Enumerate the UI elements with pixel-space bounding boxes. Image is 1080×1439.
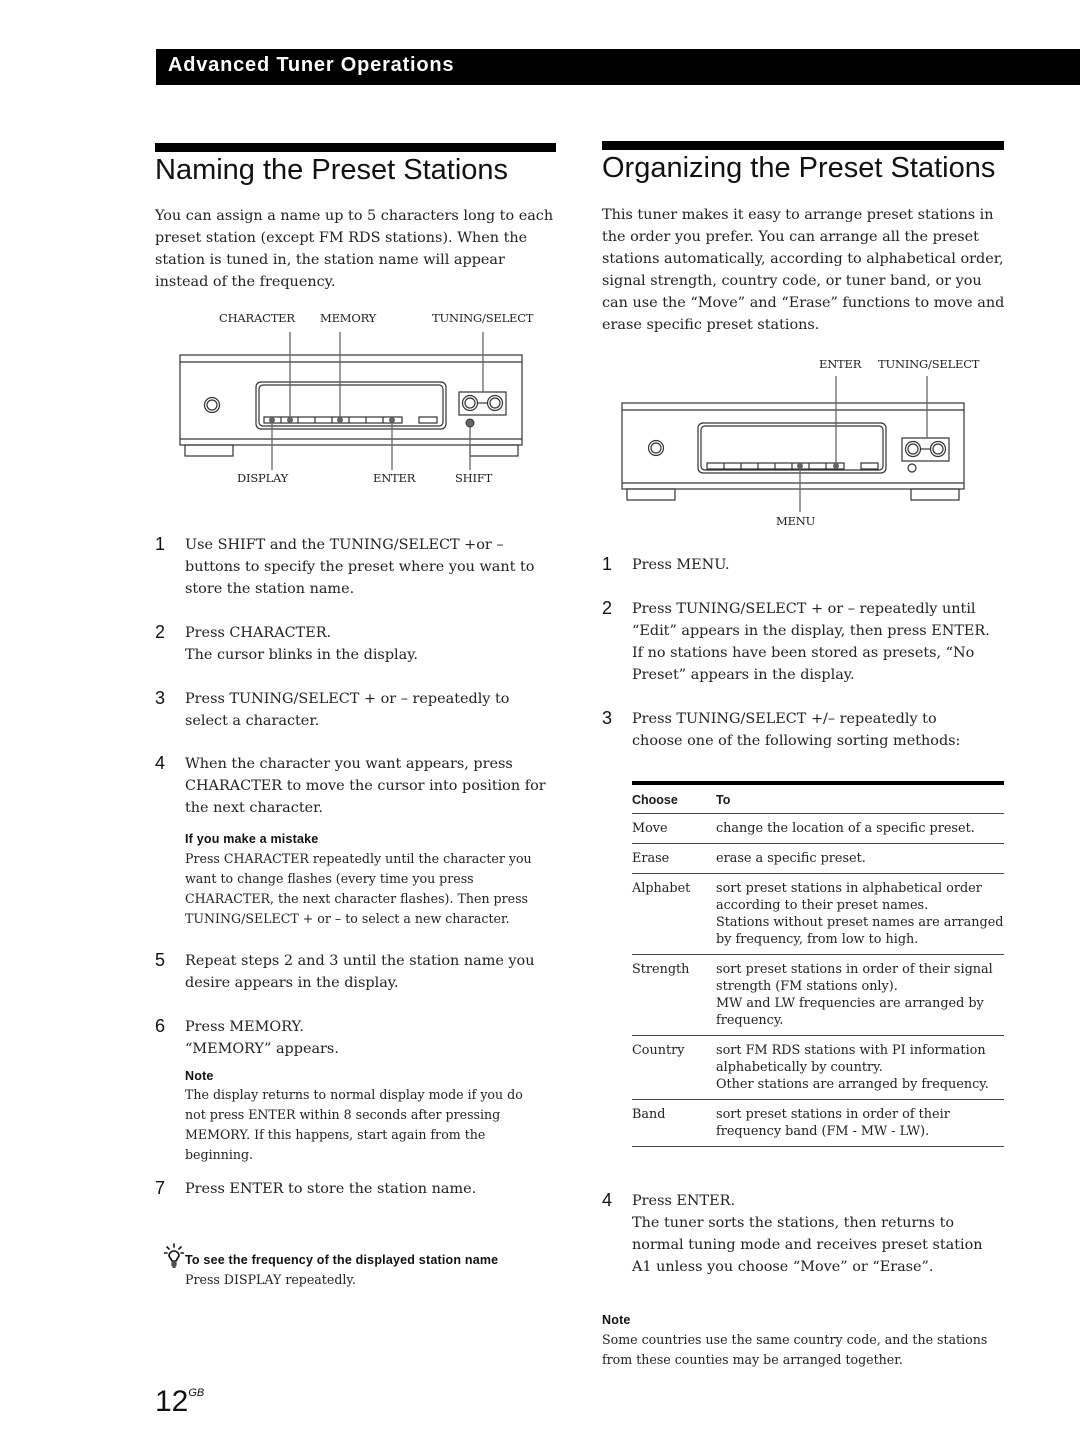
step-text: Press CHARACTER. The cursor blinks in th… bbox=[185, 625, 419, 663]
row-to-line: sort preset stations in order of their s… bbox=[716, 962, 993, 977]
row-to-line: by frequency, from low to high. bbox=[716, 932, 919, 947]
row-to-line: Other stations are arranged by frequency… bbox=[716, 1077, 989, 1092]
step-text: Press TUNING/SELECT + or – repeatedly to… bbox=[185, 691, 510, 729]
step-text: Press TUNING/SELECT +/– repeatedly to ch… bbox=[632, 711, 961, 749]
row-to-line: according to their preset names. bbox=[716, 898, 929, 913]
table-row: Band sort preset stations in order of th… bbox=[632, 1099, 1004, 1147]
row-to-line: sort preset stations in alphabetical ord… bbox=[716, 881, 982, 896]
step-text: Press ENTER. The tuner sorts the station… bbox=[632, 1193, 983, 1275]
left-intro-paragraph: You can assign a name up to 5 characters… bbox=[155, 208, 554, 290]
row-to: sort preset stations in alphabetical ord… bbox=[716, 873, 1004, 955]
header-choose: Choose bbox=[632, 781, 716, 814]
step-number: 6 bbox=[155, 1016, 166, 1036]
right-note-text: Some countries use the same country code… bbox=[602, 1332, 988, 1367]
mistake-text: Press CHARACTER repeatedly until the cha… bbox=[185, 851, 532, 926]
row-to-line: change the location of a specific preset… bbox=[716, 821, 975, 836]
row-choose: Erase bbox=[632, 843, 716, 874]
page-number-suffix: GB bbox=[188, 1387, 205, 1399]
step-number: 1 bbox=[602, 554, 613, 574]
step-text: Repeat steps 2 and 3 until the station n… bbox=[185, 953, 535, 991]
left-note-text: The display returns to normal display mo… bbox=[185, 1087, 523, 1162]
step-text: Press MENU. bbox=[632, 557, 730, 573]
row-to-line: MW and LW frequencies are arranged by bbox=[716, 996, 984, 1011]
row-to: change the location of a specific preset… bbox=[716, 813, 1004, 844]
row-to: sort preset stations in order of their s… bbox=[716, 954, 1004, 1036]
table-row: Strength sort preset stations in order o… bbox=[632, 954, 1004, 1036]
left-section-title: Naming the Preset Stations bbox=[155, 154, 509, 186]
right-intro-paragraph: This tuner makes it easy to arrange pres… bbox=[602, 207, 1005, 333]
row-choose: Country bbox=[632, 1035, 716, 1100]
row-to-line: frequency band (FM - MW - LW). bbox=[716, 1124, 930, 1139]
step-number: 4 bbox=[155, 753, 166, 773]
sorting-methods-table: Choose To Move change the location of a … bbox=[632, 781, 1004, 1147]
row-to-line: strength (FM stations only). bbox=[716, 979, 898, 994]
row-choose: Band bbox=[632, 1099, 716, 1147]
section-banner-title: Advanced Tuner Operations bbox=[168, 54, 455, 76]
step-text: Use SHIFT and the TUNING/SELECT +or – bu… bbox=[185, 537, 535, 597]
step-number: 2 bbox=[155, 622, 166, 642]
row-choose: Move bbox=[632, 813, 716, 844]
row-to: sort preset stations in order of their f… bbox=[716, 1099, 1004, 1147]
step-text: When the character you want appears, pre… bbox=[185, 756, 546, 816]
step-number: 3 bbox=[155, 688, 166, 708]
table-row: Country sort FM RDS stations with PI inf… bbox=[632, 1035, 1004, 1100]
row-to: erase a specific preset. bbox=[716, 843, 1004, 874]
row-to-line: alphabetically by country. bbox=[716, 1060, 883, 1075]
tuner-diagram-naming: CHARACTER MEMORY TUNING/SELECT DISPLAY E… bbox=[150, 305, 560, 495]
row-to: sort FM RDS stations with PI information… bbox=[716, 1035, 1004, 1100]
table-row: Erase erase a specific preset. bbox=[632, 843, 1004, 874]
row-choose: Alphabet bbox=[632, 873, 716, 955]
table-header-row: Choose To bbox=[632, 781, 1004, 814]
step-number: 4 bbox=[602, 1190, 613, 1210]
table-row: Move change the location of a specific p… bbox=[632, 813, 1004, 844]
step-number: 1 bbox=[155, 534, 166, 554]
row-to-line: Stations without preset names are arrang… bbox=[716, 915, 1004, 930]
row-to-line: sort FM RDS stations with PI information bbox=[716, 1043, 986, 1058]
row-choose: Strength bbox=[632, 954, 716, 1036]
page-number: 12GB bbox=[155, 1385, 204, 1419]
step-number: 2 bbox=[602, 598, 613, 618]
tip-text: Press DISPLAY repeatedly. bbox=[185, 1272, 356, 1287]
mistake-heading: If you make a mistake bbox=[185, 832, 319, 846]
step-text: Press ENTER to store the station name. bbox=[185, 1181, 477, 1197]
step-number: 5 bbox=[155, 950, 166, 970]
right-heading-rule bbox=[602, 141, 1004, 150]
tip-heading: To see the frequency of the displayed st… bbox=[185, 1253, 499, 1267]
tuner-front-panel bbox=[179, 332, 523, 470]
left-note-heading: Note bbox=[185, 1069, 214, 1083]
table-row: Alphabet sort preset stations in alphabe… bbox=[632, 873, 1004, 955]
step-number: 3 bbox=[602, 708, 613, 728]
right-section-title: Organizing the Preset Stations bbox=[602, 152, 996, 184]
row-to-line: erase a specific preset. bbox=[716, 851, 866, 866]
lightbulb-tip-icon bbox=[164, 1243, 184, 1268]
tuner-diagram-organizing: ENTER TUNING/SELECT MENU bbox=[600, 350, 1000, 540]
right-note-heading: Note bbox=[602, 1313, 631, 1327]
row-to-line: sort preset stations in order of their bbox=[716, 1107, 950, 1122]
step-text: Press TUNING/SELECT + or – repeatedly un… bbox=[632, 601, 990, 683]
tuner-front-panel bbox=[621, 376, 965, 512]
header-to: To bbox=[716, 781, 1004, 814]
step-number: 7 bbox=[155, 1178, 166, 1198]
section-banner: Advanced Tuner Operations bbox=[156, 49, 1080, 85]
row-to-line: frequency. bbox=[716, 1013, 784, 1028]
left-heading-rule bbox=[155, 143, 556, 152]
page-number-value: 12 bbox=[155, 1385, 189, 1418]
step-text: Press MEMORY. “MEMORY” appears. bbox=[185, 1019, 339, 1057]
